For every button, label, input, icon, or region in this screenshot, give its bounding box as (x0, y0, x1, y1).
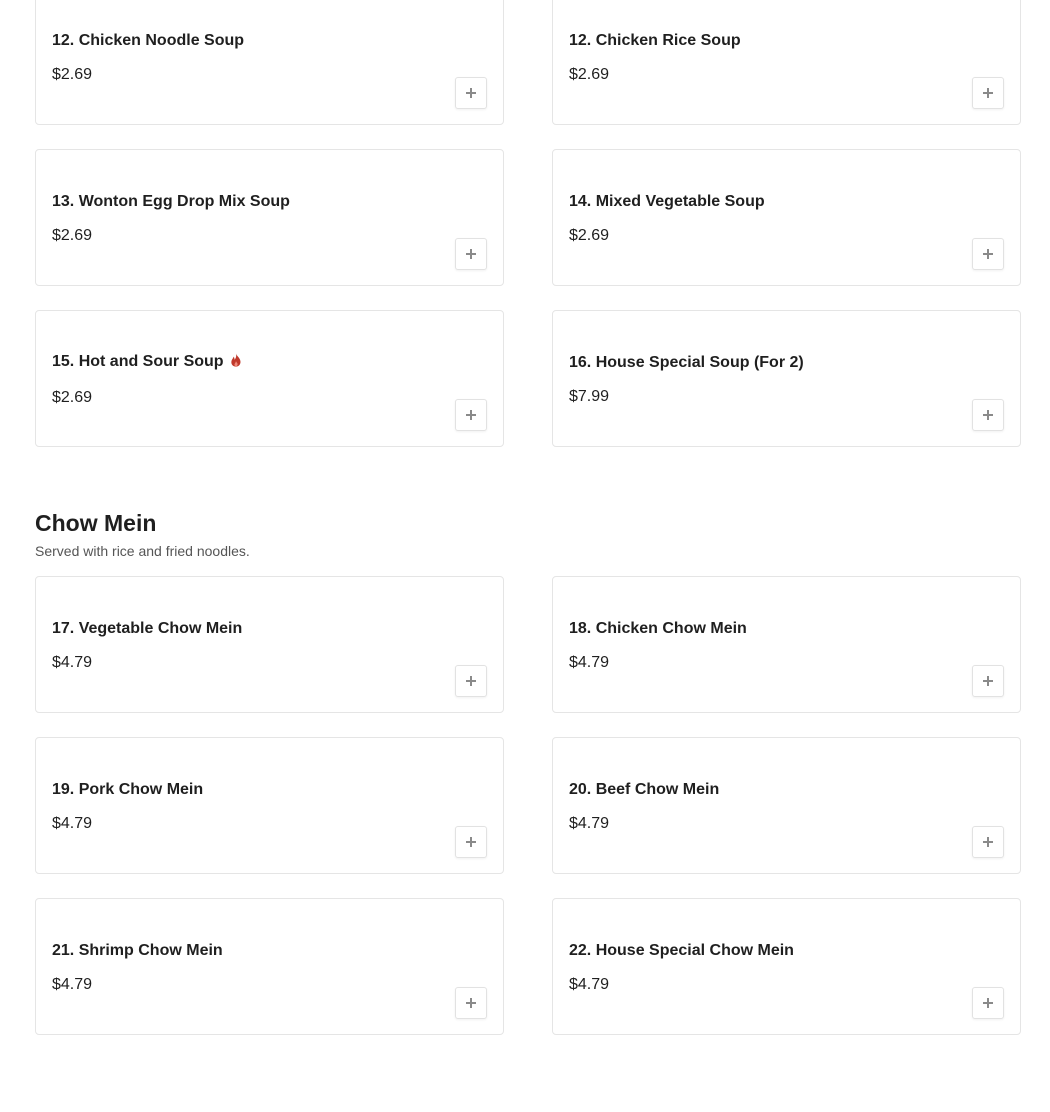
chow-mein-items-grid: 17. Vegetable Chow Mein $4.79 18. Chicke… (35, 576, 1021, 1035)
menu-item-price: $2.69 (52, 389, 93, 406)
menu-item-price: $7.99 (569, 388, 610, 405)
menu-item-name: 20. Beef Chow Mein (569, 781, 720, 798)
menu-item-name: 17. Vegetable Chow Mein (52, 620, 243, 637)
menu-item-card[interactable]: 12. Chicken Noodle Soup $2.69 (35, 0, 504, 125)
menu-item-card[interactable]: 13. Wonton Egg Drop Mix Soup $2.69 (35, 149, 504, 286)
plus-icon (466, 837, 476, 847)
plus-icon (466, 998, 476, 1008)
menu-item-card[interactable]: 22. House Special Chow Mein $4.79 (552, 898, 1021, 1035)
menu-item-price: $4.79 (569, 976, 610, 993)
menu-item-price: $4.79 (569, 815, 610, 832)
menu-item-price: $2.69 (52, 227, 93, 244)
menu-item-name: 15. Hot and Sour Soup (52, 353, 224, 370)
menu-item-price: $4.79 (52, 654, 93, 671)
plus-icon (983, 88, 993, 98)
chow-mein-section: Chow Mein Served with rice and fried noo… (35, 509, 1021, 1035)
menu-item-price: $2.69 (569, 227, 610, 244)
menu-item-card[interactable]: 14. Mixed Vegetable Soup $2.69 (552, 149, 1021, 286)
add-item-button[interactable] (972, 987, 1004, 1019)
plus-icon (983, 249, 993, 259)
menu-page: 12. Chicken Noodle Soup $2.69 12. Chicke… (35, 0, 1021, 1035)
menu-item-name: 12. Chicken Rice Soup (569, 32, 741, 49)
add-item-button[interactable] (455, 399, 487, 431)
flame-icon (230, 353, 241, 367)
menu-item-price: $4.79 (52, 815, 93, 832)
add-item-button[interactable] (455, 665, 487, 697)
plus-icon (983, 837, 993, 847)
menu-item-card[interactable]: 21. Shrimp Chow Mein $4.79 (35, 898, 504, 1035)
menu-item-card[interactable]: 20. Beef Chow Mein $4.79 (552, 737, 1021, 874)
plus-icon (983, 998, 993, 1008)
plus-icon (466, 249, 476, 259)
menu-item-price: $2.69 (52, 66, 93, 83)
menu-item-name: 12. Chicken Noodle Soup (52, 32, 245, 49)
add-item-button[interactable] (972, 826, 1004, 858)
plus-icon (466, 88, 476, 98)
menu-item-name: 22. House Special Chow Mein (569, 942, 794, 959)
menu-item-card[interactable]: 19. Pork Chow Mein $4.79 (35, 737, 504, 874)
add-item-button[interactable] (455, 987, 487, 1019)
plus-icon (466, 676, 476, 686)
menu-item-price: $2.69 (569, 66, 610, 83)
add-item-button[interactable] (972, 399, 1004, 431)
menu-item-name: 19. Pork Chow Mein (52, 781, 204, 798)
menu-item-card[interactable]: 17. Vegetable Chow Mein $4.79 (35, 576, 504, 713)
plus-icon (983, 410, 993, 420)
plus-icon (466, 410, 476, 420)
soup-items-grid: 12. Chicken Noodle Soup $2.69 12. Chicke… (35, 0, 1021, 447)
section-title: Chow Mein (35, 510, 157, 536)
add-item-button[interactable] (972, 238, 1004, 270)
menu-item-name: 21. Shrimp Chow Mein (52, 942, 223, 959)
add-item-button[interactable] (972, 665, 1004, 697)
menu-item-name: 18. Chicken Chow Mein (569, 620, 747, 637)
menu-item-card[interactable]: 16. House Special Soup (For 2) $7.99 (552, 310, 1021, 447)
menu-item-price: $4.79 (52, 976, 93, 993)
menu-item-card[interactable]: 12. Chicken Rice Soup $2.69 (552, 0, 1021, 125)
menu-item-name: 13. Wonton Egg Drop Mix Soup (52, 193, 290, 210)
menu-item-price: $4.79 (569, 654, 610, 671)
add-item-button[interactable] (455, 826, 487, 858)
add-item-button[interactable] (972, 77, 1004, 109)
menu-item-card[interactable]: 18. Chicken Chow Mein $4.79 (552, 576, 1021, 713)
menu-item-name: 16. House Special Soup (For 2) (569, 354, 804, 371)
menu-item-card[interactable]: 15. Hot and Sour Soup $2.69 (35, 310, 504, 447)
plus-icon (983, 676, 993, 686)
menu-item-name: 14. Mixed Vegetable Soup (569, 193, 765, 210)
section-description: Served with rice and fried noodles. (35, 543, 250, 559)
add-item-button[interactable] (455, 77, 487, 109)
menu-item-name-row: 15. Hot and Sour Soup (52, 352, 242, 372)
add-item-button[interactable] (455, 238, 487, 270)
